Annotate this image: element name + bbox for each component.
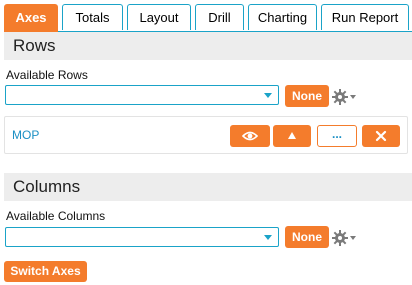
tab-axes[interactable]: Axes <box>4 4 58 32</box>
tab-totals[interactable]: Totals <box>62 4 123 30</box>
chevron-down-icon <box>264 235 272 240</box>
rows-section-title: Rows <box>4 32 412 60</box>
rows-settings-gear-icon[interactable] <box>332 88 358 106</box>
tab-bar: Axes Totals Layout Drill Charting Run Re… <box>4 4 412 32</box>
close-icon <box>375 130 387 142</box>
columns-none-button[interactable]: None <box>285 226 329 248</box>
chevron-down-icon <box>264 93 272 98</box>
eye-icon <box>241 131 259 141</box>
row-more-button[interactable]: ... <box>317 125 357 147</box>
available-columns-select[interactable] <box>5 227 279 247</box>
row-move-up-button[interactable] <box>273 125 311 147</box>
available-rows-select[interactable] <box>5 85 279 105</box>
gear-icon <box>332 89 356 105</box>
tab-run-report[interactable]: Run Report <box>321 4 409 30</box>
tab-layout[interactable]: Layout <box>127 4 191 30</box>
row-item-mop: MOP ... <box>4 116 408 154</box>
tab-drill[interactable]: Drill <box>195 4 244 30</box>
more-label: ... <box>331 127 342 141</box>
row-visibility-button[interactable] <box>230 125 270 147</box>
gear-icon <box>332 230 356 246</box>
row-item-label[interactable]: MOP <box>12 128 39 142</box>
rows-none-button[interactable]: None <box>285 85 329 107</box>
columns-settings-gear-icon[interactable] <box>332 229 358 247</box>
columns-section-title: Columns <box>4 173 412 201</box>
available-rows-label: Available Rows <box>6 68 88 82</box>
switch-axes-button[interactable]: Switch Axes <box>4 261 87 282</box>
row-remove-button[interactable] <box>362 125 400 147</box>
available-columns-label: Available Columns <box>6 209 106 223</box>
arrow-up-icon <box>288 132 296 139</box>
tab-charting[interactable]: Charting <box>248 4 317 30</box>
